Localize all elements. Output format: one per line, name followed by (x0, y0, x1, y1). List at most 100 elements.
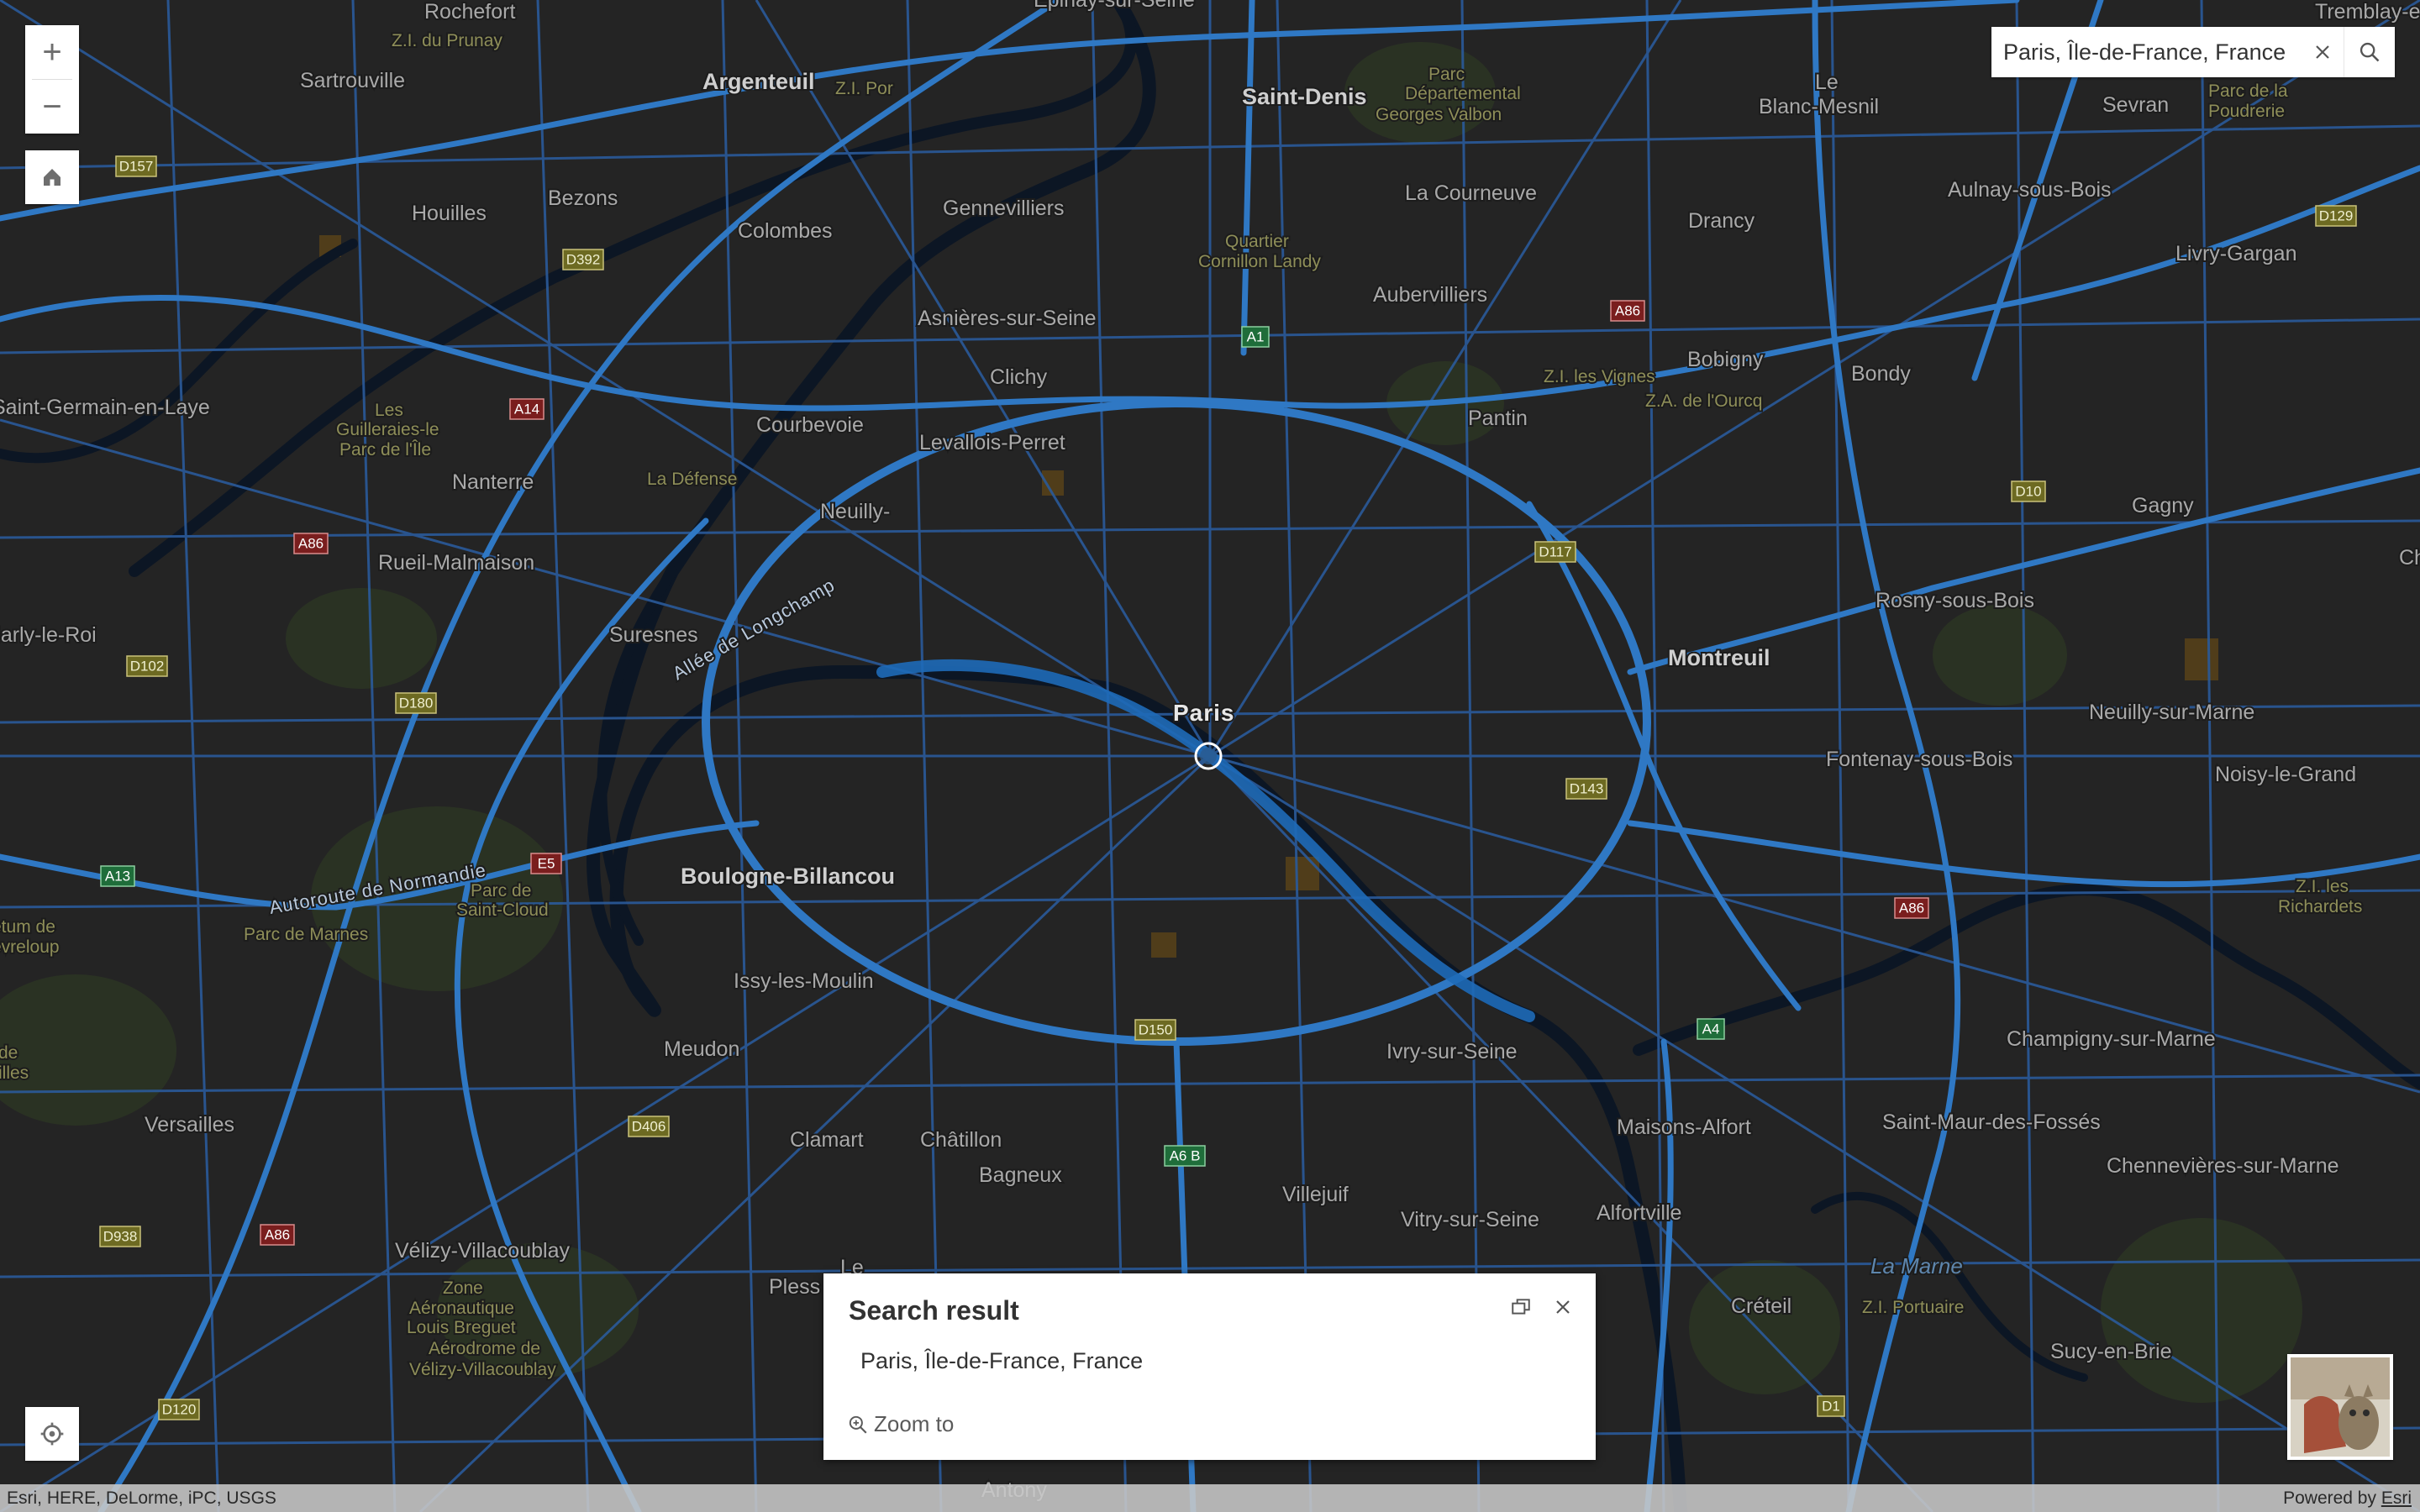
label-parc-poudrerie-2: Poudrerie (2208, 102, 2285, 121)
shield-a86-e: A86 (1894, 897, 1929, 919)
label-nanterre: Nanterre (452, 470, 534, 494)
label-zi-vignes: Z.I. les Vignes (1544, 367, 1655, 386)
home-button[interactable] (25, 150, 79, 204)
esri-link[interactable]: Esri (2381, 1488, 2412, 1508)
zoom-to-action[interactable]: Zoom to (847, 1411, 954, 1437)
svg-text:A6 B: A6 B (1170, 1148, 1201, 1164)
shield-a13: A13 (100, 865, 135, 887)
search-clear-button[interactable] (2302, 27, 2344, 77)
close-icon (1556, 1300, 1570, 1314)
label-montreuil: Montreuil (1668, 645, 1770, 670)
label-sevran: Sevran (2102, 93, 2169, 117)
label-asnieres: Asnières-sur-Seine (918, 307, 1097, 330)
label-rochefort: Rochefort (424, 0, 515, 24)
popup-dock-button[interactable] (1504, 1290, 1538, 1324)
locate-button[interactable] (25, 1407, 79, 1461)
label-alfortville: Alfortville (1597, 1201, 1681, 1225)
zoom-in-button[interactable]: + (25, 25, 79, 79)
label-zone-aero-1: Zone (443, 1278, 483, 1298)
label-arboretum-2: evreloup (0, 937, 60, 957)
label-st-maur: Saint-Maur-des-Fossés (1882, 1110, 2101, 1134)
label-versailles: Versailles (145, 1113, 234, 1137)
label-guilleraies-2: Guilleraies-le (336, 420, 439, 439)
label-zi-richardets-2: Richardets (2278, 897, 2362, 916)
label-zone-aero-2: Aéronautique (409, 1299, 514, 1318)
label-boulogne: Boulogne-Billancou (681, 864, 895, 889)
svg-text:D406: D406 (632, 1119, 666, 1135)
shield-d120: D120 (158, 1399, 200, 1420)
shield-d129: D129 (2315, 205, 2357, 227)
svg-text:E5: E5 (538, 856, 555, 872)
label-chelles-edge: Ch (2399, 546, 2420, 570)
search-input[interactable] (1991, 29, 2302, 76)
popup-close-button[interactable] (1546, 1290, 1580, 1324)
svg-text:D180: D180 (399, 696, 434, 711)
label-bezons: Bezons (548, 186, 618, 210)
label-neuilly: Neuilly- (820, 500, 890, 523)
label-sartrouville: Sartrouville (300, 69, 405, 92)
label-bobigny: Bobigny (1687, 348, 1764, 371)
svg-text:A86: A86 (1615, 303, 1640, 319)
search-submit-button[interactable] (2344, 27, 2395, 77)
shield-d157: D157 (115, 155, 157, 177)
label-pantin: Pantin (1468, 407, 1528, 430)
label-aerodrome-2: Vélizy-Villacoublay (409, 1360, 556, 1379)
label-arboretum-1: etum de (0, 917, 55, 937)
zoom-controls: + − (25, 25, 79, 134)
shield-a6b: A6 B (1164, 1145, 1206, 1167)
svg-text:A13: A13 (105, 869, 130, 885)
svg-text:A86: A86 (1899, 900, 1924, 916)
label-meudon: Meudon (664, 1037, 739, 1061)
label-tremblay: Tremblay-en- (2315, 0, 2420, 24)
svg-text:A14: A14 (514, 402, 539, 417)
svg-text:D157: D157 (119, 159, 154, 175)
zoom-out-button[interactable]: − (25, 80, 79, 134)
label-quartier-1: Quartier (1225, 232, 1289, 251)
label-noisy: Noisy-le-Grand (2215, 763, 2356, 786)
search-icon (2360, 42, 2380, 62)
label-saint-denis: Saint-Denis (1242, 84, 1367, 109)
label-velizy: Vélizy-Villacoublay (395, 1239, 570, 1263)
shield-a4: A4 (1697, 1018, 1725, 1040)
shield-d143: D143 (1565, 778, 1607, 800)
shield-d1: D1 (1817, 1395, 1845, 1417)
label-aubervilliers: Aubervilliers (1373, 283, 1487, 307)
attribution-sources: Esri, HERE, DeLorme, iPC, USGS (7, 1488, 276, 1508)
label-zi-portuaire: Z.I. Portuaire (1862, 1298, 1964, 1317)
label-quartier-2: Cornillon Landy (1198, 252, 1321, 271)
svg-text:D938: D938 (103, 1229, 138, 1245)
label-chennevieres: Chennevières-sur-Marne (2107, 1154, 2339, 1178)
label-zi-por: Z.I. Por (835, 79, 893, 98)
shield-d117: D117 (1534, 541, 1576, 563)
svg-text:D143: D143 (1570, 781, 1604, 797)
label-zi-richardets-1: Z.I. les (2296, 877, 2349, 896)
label-vitry: Vitry-sur-Seine (1401, 1208, 1539, 1231)
label-houilles: Houilles (412, 202, 487, 225)
shield-d102: D102 (126, 655, 168, 677)
svg-text:D102: D102 (130, 659, 165, 675)
basemap-toggle[interactable] (2287, 1354, 2393, 1460)
shield-e5: E5 (530, 853, 562, 874)
shield-d406: D406 (628, 1116, 670, 1137)
label-st-germain: Saint-Germain-en-Laye (0, 396, 210, 419)
svg-text:A86: A86 (298, 536, 324, 552)
label-rueil: Rueil-Malmaison (378, 551, 534, 575)
label-la-courneuve: La Courneuve (1405, 181, 1537, 205)
label-bondy: Bondy (1851, 362, 1911, 386)
svg-text:D120: D120 (162, 1402, 197, 1418)
label-za-ourcq: Z.A. de l'Ourcq (1645, 391, 1762, 411)
label-ivry: Ivry-sur-Seine (1386, 1040, 1518, 1063)
label-parc-st-cloud-1: Parc de (471, 881, 531, 900)
home-icon (44, 169, 60, 186)
label-parc-st-cloud-2: Saint-Cloud (456, 900, 549, 920)
label-le-blanc-mesnil-1: Le (1815, 71, 1839, 94)
label-guilleraies-1: Les (375, 401, 403, 420)
locate-icon (40, 1422, 64, 1446)
label-neuilly-marne: Neuilly-sur-Marne (2089, 701, 2254, 724)
svg-text:D150: D150 (1139, 1022, 1173, 1038)
label-epinay: Épinay-sur-Seine (1034, 0, 1195, 12)
shield-d392: D392 (562, 249, 604, 270)
zoom-to-label: Zoom to (874, 1411, 955, 1436)
svg-text:A1: A1 (1247, 329, 1265, 345)
label-argenteuil: Argenteuil (702, 69, 815, 94)
